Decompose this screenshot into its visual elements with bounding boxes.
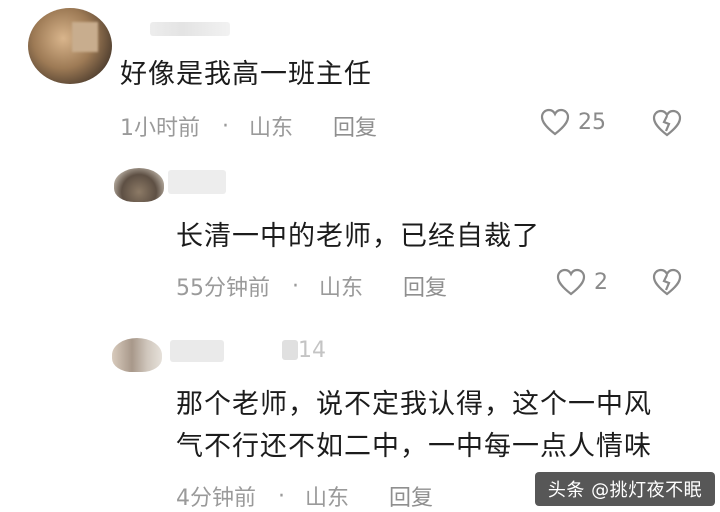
avatar[interactable] (114, 168, 164, 202)
like-button[interactable]: 2 (556, 268, 608, 296)
watermark: 头条 @挑灯夜不眠 (535, 472, 715, 506)
like-count: 25 (578, 109, 606, 135)
comment-text-line-1: 那个老师，说不定我认得，这个一中风 (176, 389, 652, 420)
comment-meta: 55分钟前 · 山东 回复 (176, 270, 447, 302)
heart-outline-icon (540, 108, 570, 136)
username-blurred[interactable] (170, 340, 224, 362)
comment-time: 4分钟前 (176, 486, 256, 511)
comment-text: 长清一中的老师，已经自裁了 (176, 221, 540, 252)
comment-meta: 1小时前 · 山东 回复 (120, 110, 377, 142)
comment-location: 山东 (305, 486, 350, 511)
dislike-button[interactable] (652, 109, 682, 137)
meta-separator: · (222, 113, 229, 139)
reply-button[interactable]: 回复 (333, 110, 377, 142)
reply-button[interactable]: 回复 (389, 480, 433, 512)
comment-text: 好像是我高一班主任 (120, 59, 372, 90)
avatar[interactable] (112, 338, 162, 372)
username-blurred[interactable] (282, 340, 298, 360)
username-blurred[interactable] (168, 170, 226, 194)
heart-outline-icon (556, 268, 586, 296)
comment-time: 1小时前 (120, 116, 200, 141)
meta-separator: · (278, 483, 285, 509)
meta-separator: · (292, 273, 299, 299)
comment-location: 山东 (319, 276, 364, 301)
username-blurred[interactable] (150, 22, 230, 36)
broken-heart-icon (652, 268, 682, 296)
comment-text-line-2: 气不行还不如二中，一中每一点人情味 (176, 431, 652, 462)
like-button[interactable]: 25 (540, 108, 606, 136)
comment-time: 55分钟前 (176, 276, 270, 301)
reply-button[interactable]: 回复 (403, 270, 447, 302)
avatar[interactable] (28, 8, 112, 84)
like-count: 2 (594, 269, 608, 295)
dislike-button[interactable] (652, 268, 682, 296)
broken-heart-icon (652, 109, 682, 137)
comment-location: 山东 (249, 116, 294, 141)
comment-meta: 4分钟前 · 山东 回复 (176, 480, 433, 512)
username-fragment: 14 (298, 338, 326, 363)
